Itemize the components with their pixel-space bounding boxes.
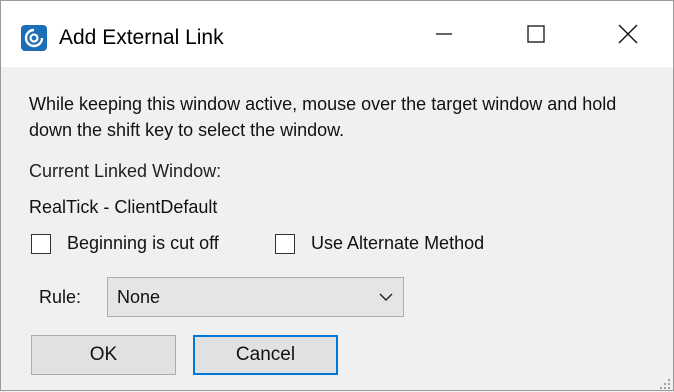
add-external-link-dialog: Add External Link While keeping this win… [0,0,674,391]
rule-label: Rule: [39,287,82,307]
rule-dropdown[interactable]: None [107,277,404,317]
title-bar[interactable]: Add External Link [1,1,673,67]
ok-button[interactable]: OK [31,335,176,375]
cancel-button[interactable]: Cancel [193,335,338,375]
close-button[interactable] [583,1,673,67]
beginning-cut-off-checkbox[interactable]: Beginning is cut off [31,233,219,254]
checkbox-box[interactable] [275,233,295,254]
dialog-body: While keeping this window active, mouse … [1,67,673,392]
resize-grip-icon[interactable] [657,376,671,390]
current-linked-window-label: Current Linked Window: [29,161,222,181]
app-logo-icon [21,25,47,51]
minimize-button[interactable] [399,1,489,67]
use-alternate-method-label: Use Alternate Method [311,233,485,253]
beginning-cut-off-label: Beginning is cut off [67,233,219,253]
window-title: Add External Link [59,26,224,49]
current-linked-window-value: RealTick - ClientDefault [29,197,218,217]
chevron-down-icon [369,293,403,302]
instructions-text: While keeping this window active, mouse … [29,94,617,140]
maximize-icon [527,25,545,43]
maximize-button[interactable] [491,1,581,67]
rule-selected-value: None [117,286,161,307]
checkbox-box[interactable] [31,233,51,254]
use-alternate-method-checkbox[interactable]: Use Alternate Method [275,233,484,254]
close-icon [618,24,638,44]
minimize-icon [436,33,452,35]
